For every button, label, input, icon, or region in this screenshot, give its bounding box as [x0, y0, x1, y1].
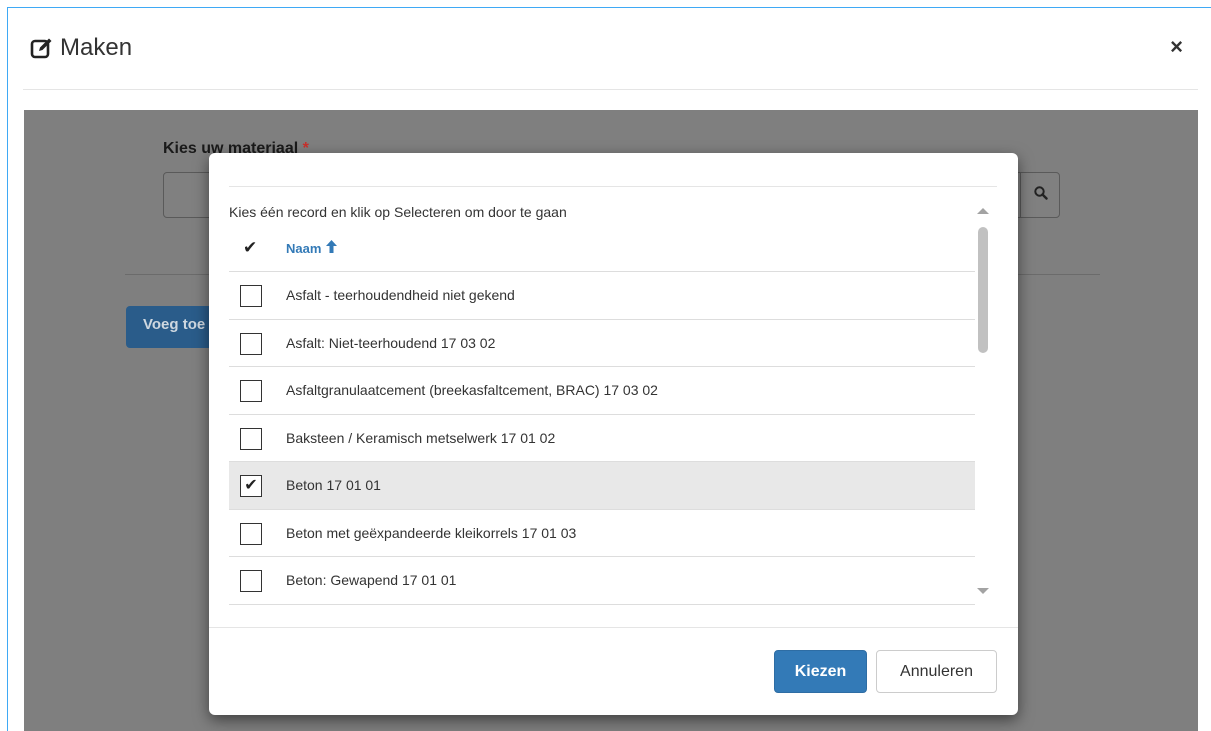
modal-top-divider [229, 186, 997, 187]
dialog-title: Maken [30, 34, 132, 62]
choose-button[interactable]: Kiezen [774, 650, 867, 693]
row-label: Beton met geëxpandeerde kleikorrels 17 0… [286, 524, 577, 541]
list-scrollbar[interactable] [973, 204, 993, 604]
checkmark-icon: ✔ [244, 477, 258, 494]
row-checkbox[interactable] [240, 380, 262, 402]
record-rows: Asfalt - teerhoudendheid niet gekend Asf… [229, 272, 975, 605]
record-list: ✔ Naam Asfalt - teerhoudendheid niet gek… [229, 226, 1009, 606]
dialog-title-text: Maken [60, 34, 133, 61]
row-label: Asfalt: Niet-teerhoudend 17 03 02 [286, 334, 496, 351]
header-divider [23, 89, 1198, 90]
material-search-button[interactable] [1020, 172, 1060, 218]
name-column-label: Naam [286, 240, 322, 256]
row-label: Asfalt - teerhoudendheid niet gekend [286, 287, 515, 303]
row-label: Beton 17 01 01 [286, 477, 381, 493]
list-item[interactable]: Asfalt - teerhoudendheid niet gekend [229, 272, 975, 320]
row-checkbox[interactable] [240, 285, 262, 307]
list-header: ✔ Naam [229, 226, 975, 272]
edit-icon [30, 36, 54, 60]
modal-footer-divider [209, 627, 1018, 628]
picker-instruction: Kies één record en klik op Selecteren om… [229, 204, 567, 220]
list-item-selected[interactable]: ✔ Beton 17 01 01 [229, 462, 975, 510]
scroll-down-arrow-icon[interactable] [977, 588, 989, 594]
row-label: Asfaltgranulaatcement (breekasfaltcement… [286, 382, 658, 398]
row-checkbox-checked[interactable]: ✔ [240, 475, 262, 497]
list-item[interactable]: Asfalt: Niet-teerhoudend 17 03 02 [229, 320, 975, 367]
row-label: Baksteen / Keramisch metselwerk 17 01 02 [286, 429, 556, 446]
scroll-thumb[interactable] [978, 227, 988, 353]
list-item[interactable]: Beton met geëxpandeerde kleikorrels 17 0… [229, 510, 975, 557]
row-checkbox[interactable] [240, 427, 262, 450]
sort-ascending-icon [326, 240, 338, 256]
name-column-sort[interactable]: Naam [286, 240, 338, 256]
scroll-up-arrow-icon[interactable] [977, 208, 989, 214]
close-button[interactable]: × [1170, 36, 1183, 58]
cancel-button[interactable]: Annuleren [876, 650, 997, 693]
row-checkbox[interactable] [240, 332, 262, 355]
dialog-header: Maken × [8, 8, 1211, 90]
list-item[interactable]: Asfaltgranulaatcement (breekasfaltcement… [229, 367, 975, 415]
list-item[interactable]: Beton: Gewapend 17 01 01 [229, 557, 975, 605]
record-picker-modal: Kies één record en klik op Selecteren om… [209, 153, 1018, 715]
row-checkbox[interactable] [240, 570, 262, 592]
search-icon [1033, 185, 1048, 205]
row-label: Beton: Gewapend 17 01 01 [286, 572, 457, 588]
row-checkbox[interactable] [240, 522, 262, 545]
checkmark-icon: ✔ [243, 238, 258, 257]
list-item[interactable]: Baksteen / Keramisch metselwerk 17 01 02 [229, 415, 975, 462]
